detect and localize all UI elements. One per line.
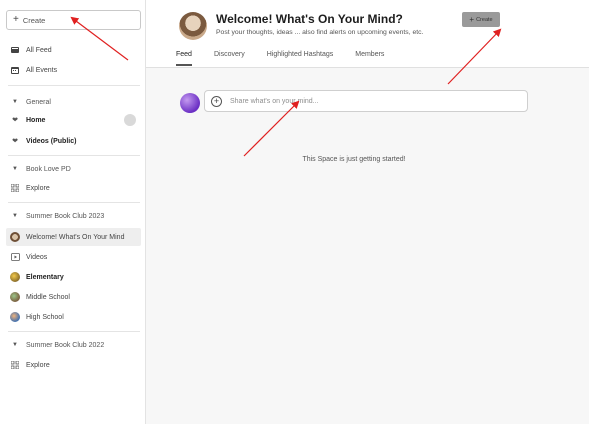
group-label: Book Love PD (26, 165, 71, 173)
tab-feed[interactable]: Feed (176, 51, 192, 66)
group-book-love-pd[interactable]: ▼ Book Love PD (10, 162, 71, 176)
feed-area: + Share what's on your mind... This Spac… (146, 68, 589, 424)
sidebar-item-label: Videos (Public) (26, 137, 77, 145)
heart-icon: ❤ (12, 117, 18, 124)
sidebar-item-label: Elementary (26, 273, 64, 281)
calendar-icon (10, 65, 20, 75)
header-create-button[interactable]: + Create (462, 12, 500, 27)
divider (8, 202, 140, 203)
sidebar-item-welcome[interactable]: Welcome! What's On Your Mind (10, 230, 140, 244)
sidebar-item-explore[interactable]: Explore (10, 181, 50, 195)
sidebar-item-videos[interactable]: Videos (10, 250, 47, 264)
caret-down-icon: ▼ (12, 166, 18, 172)
sidebar-item-label: Home (26, 116, 46, 124)
tab-highlighted-hashtags[interactable]: Highlighted Hashtags (267, 51, 334, 66)
sidebar: + Create All Feed All Events ▼ General ❤… (0, 0, 146, 424)
sidebar-item-all-feed[interactable]: All Feed (10, 43, 52, 57)
caret-down-icon: ▼ (12, 213, 18, 219)
user-avatar[interactable] (180, 93, 200, 113)
grid-icon (10, 183, 20, 193)
empty-state-message: This Space is just getting started! (302, 156, 406, 163)
sidebar-item-label: Videos (26, 253, 48, 261)
create-label: Create (22, 15, 46, 25)
group-summer-book-club-2022[interactable]: ▼ Summer Book Club 2022 (10, 338, 104, 352)
divider (8, 155, 140, 156)
sidebar-item-all-events[interactable]: All Events (10, 63, 57, 77)
tab-discovery[interactable]: Discovery (214, 51, 245, 66)
plus-icon: + (469, 14, 475, 24)
page-title: Welcome! What's On Your Mind? (216, 12, 403, 26)
share-post-input[interactable]: + Share what's on your mind... (204, 90, 528, 112)
sidebar-item-elementary[interactable]: Elementary (10, 270, 64, 284)
tab-bar: Feed Discovery Highlighted Hashtags Memb… (176, 51, 406, 66)
sidebar-item-label: All Events (26, 66, 58, 74)
sidebar-item-label: All Feed (26, 46, 52, 54)
sidebar-item-middle-school[interactable]: Middle School (10, 290, 70, 304)
sidebar-item-label: Explore (26, 361, 50, 369)
space-avatar-icon (10, 312, 20, 322)
sidebar-item-label: Welcome! What's On Your Mind (26, 233, 125, 241)
space-avatar (179, 12, 207, 40)
group-label: General (26, 98, 51, 106)
divider (8, 85, 140, 86)
plus-icon: + (13, 14, 19, 25)
sidebar-item-home[interactable]: ❤ Home (10, 113, 45, 127)
video-icon (10, 252, 20, 262)
sidebar-item-explore-2022[interactable]: Explore (10, 358, 50, 372)
tab-members[interactable]: Members (355, 51, 384, 66)
space-avatar-icon (10, 232, 20, 242)
sidebar-item-label: High School (26, 313, 64, 321)
heart-icon: ❤ (12, 138, 18, 145)
caret-down-icon: ▼ (12, 99, 18, 105)
add-circle-icon: + (211, 95, 222, 107)
sidebar-item-high-school[interactable]: High School (10, 310, 64, 324)
group-label: Summer Book Club 2023 (26, 212, 105, 220)
sidebar-item-label: Explore (26, 184, 50, 192)
space-avatar-icon (10, 272, 20, 282)
sidebar-item-label: Middle School (26, 293, 70, 301)
space-avatar-icon (10, 292, 20, 302)
grid-icon (10, 360, 20, 370)
status-dot (124, 114, 136, 126)
sidebar-item-videos-public[interactable]: ❤ Videos (Public) (10, 134, 76, 148)
group-label: Summer Book Club 2022 (26, 341, 105, 349)
create-label: Create (476, 16, 493, 23)
post-placeholder: Share what's on your mind... (230, 97, 319, 105)
divider (8, 331, 140, 332)
feed-icon (10, 45, 20, 55)
space-header: Welcome! What's On Your Mind? Post your … (146, 0, 589, 68)
caret-down-icon: ▼ (12, 342, 18, 348)
group-summer-book-club-2023[interactable]: ▼ Summer Book Club 2023 (10, 209, 104, 223)
sidebar-create-button[interactable]: + Create (6, 10, 141, 30)
group-general[interactable]: ▼ General (10, 95, 51, 109)
space-description: Post your thoughts, ideas ... also find … (216, 29, 424, 36)
